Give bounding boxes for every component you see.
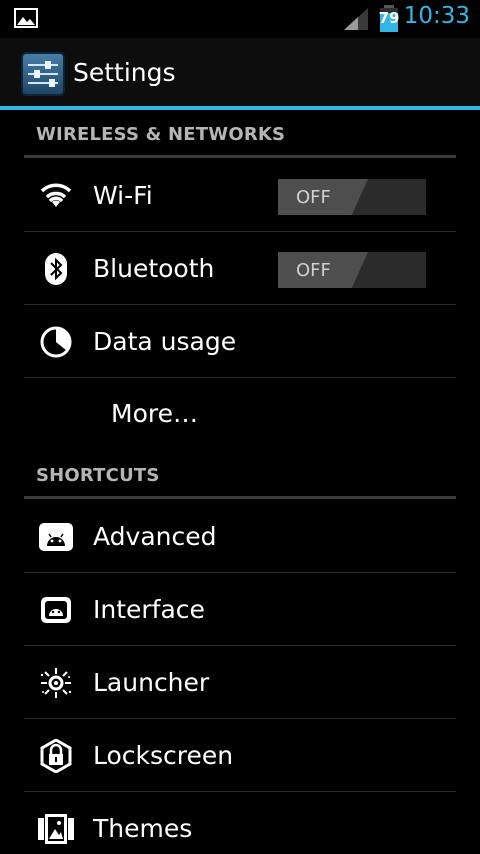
section-header-label: SHORTCUTS bbox=[36, 465, 160, 486]
settings-item-bluetooth[interactable]: Bluetooth OFF bbox=[24, 232, 456, 305]
settings-sliders-icon[interactable] bbox=[21, 52, 65, 96]
status-bar: 79 10:33 bbox=[0, 0, 480, 38]
bluetooth-toggle[interactable]: OFF bbox=[278, 252, 426, 288]
settings-item-wifi[interactable]: Wi-Fi OFF bbox=[24, 159, 456, 232]
settings-item-interface[interactable]: Interface bbox=[24, 573, 456, 646]
android-interface-icon bbox=[41, 597, 71, 623]
bluetooth-icon bbox=[45, 253, 67, 285]
settings-item-themes[interactable]: Themes bbox=[24, 792, 456, 854]
settings-item-label: Themes bbox=[93, 814, 193, 843]
settings-item-label: Advanced bbox=[93, 522, 217, 551]
launcher-icon bbox=[40, 668, 72, 698]
gallery-icon bbox=[14, 8, 38, 28]
section-header-wireless: WIRELESS & NETWORKS bbox=[24, 112, 456, 158]
settings-item-label: Lockscreen bbox=[93, 741, 234, 770]
battery-level: 79 bbox=[378, 9, 400, 27]
section-header-shortcuts: SHORTCUTS bbox=[24, 453, 456, 499]
toggle-state: OFF bbox=[296, 260, 331, 281]
toggle-state: OFF bbox=[296, 187, 331, 208]
settings-item-label: Wi-Fi bbox=[93, 181, 153, 210]
clock: 10:33 bbox=[403, 3, 470, 29]
wifi-icon bbox=[40, 183, 72, 207]
settings-item-launcher[interactable]: Launcher bbox=[24, 646, 456, 719]
settings-item-label: Bluetooth bbox=[93, 254, 215, 283]
action-bar: Settings bbox=[0, 38, 480, 110]
battery-icon: 79 bbox=[376, 5, 402, 32]
page-title: Settings bbox=[73, 58, 176, 87]
settings-item-label: Data usage bbox=[93, 327, 237, 356]
settings-item-label: Interface bbox=[93, 595, 205, 624]
settings-item-label: Launcher bbox=[93, 668, 210, 697]
settings-item-data-usage[interactable]: Data usage bbox=[24, 305, 456, 378]
android-advanced-icon bbox=[39, 523, 73, 551]
settings-item-more[interactable]: More… bbox=[24, 378, 456, 451]
themes-icon bbox=[38, 814, 74, 844]
action-bar-accent-line bbox=[0, 106, 480, 110]
wifi-toggle[interactable]: OFF bbox=[278, 179, 426, 215]
section-header-label: WIRELESS & NETWORKS bbox=[36, 124, 286, 145]
signal-icon bbox=[344, 8, 368, 30]
section-divider bbox=[24, 496, 456, 499]
settings-item-lockscreen[interactable]: Lockscreen bbox=[24, 719, 456, 792]
data-usage-icon bbox=[40, 326, 72, 358]
section-divider bbox=[24, 155, 456, 158]
lockscreen-icon bbox=[40, 739, 72, 773]
settings-item-label: More… bbox=[111, 399, 198, 428]
settings-item-advanced[interactable]: Advanced bbox=[24, 500, 456, 573]
